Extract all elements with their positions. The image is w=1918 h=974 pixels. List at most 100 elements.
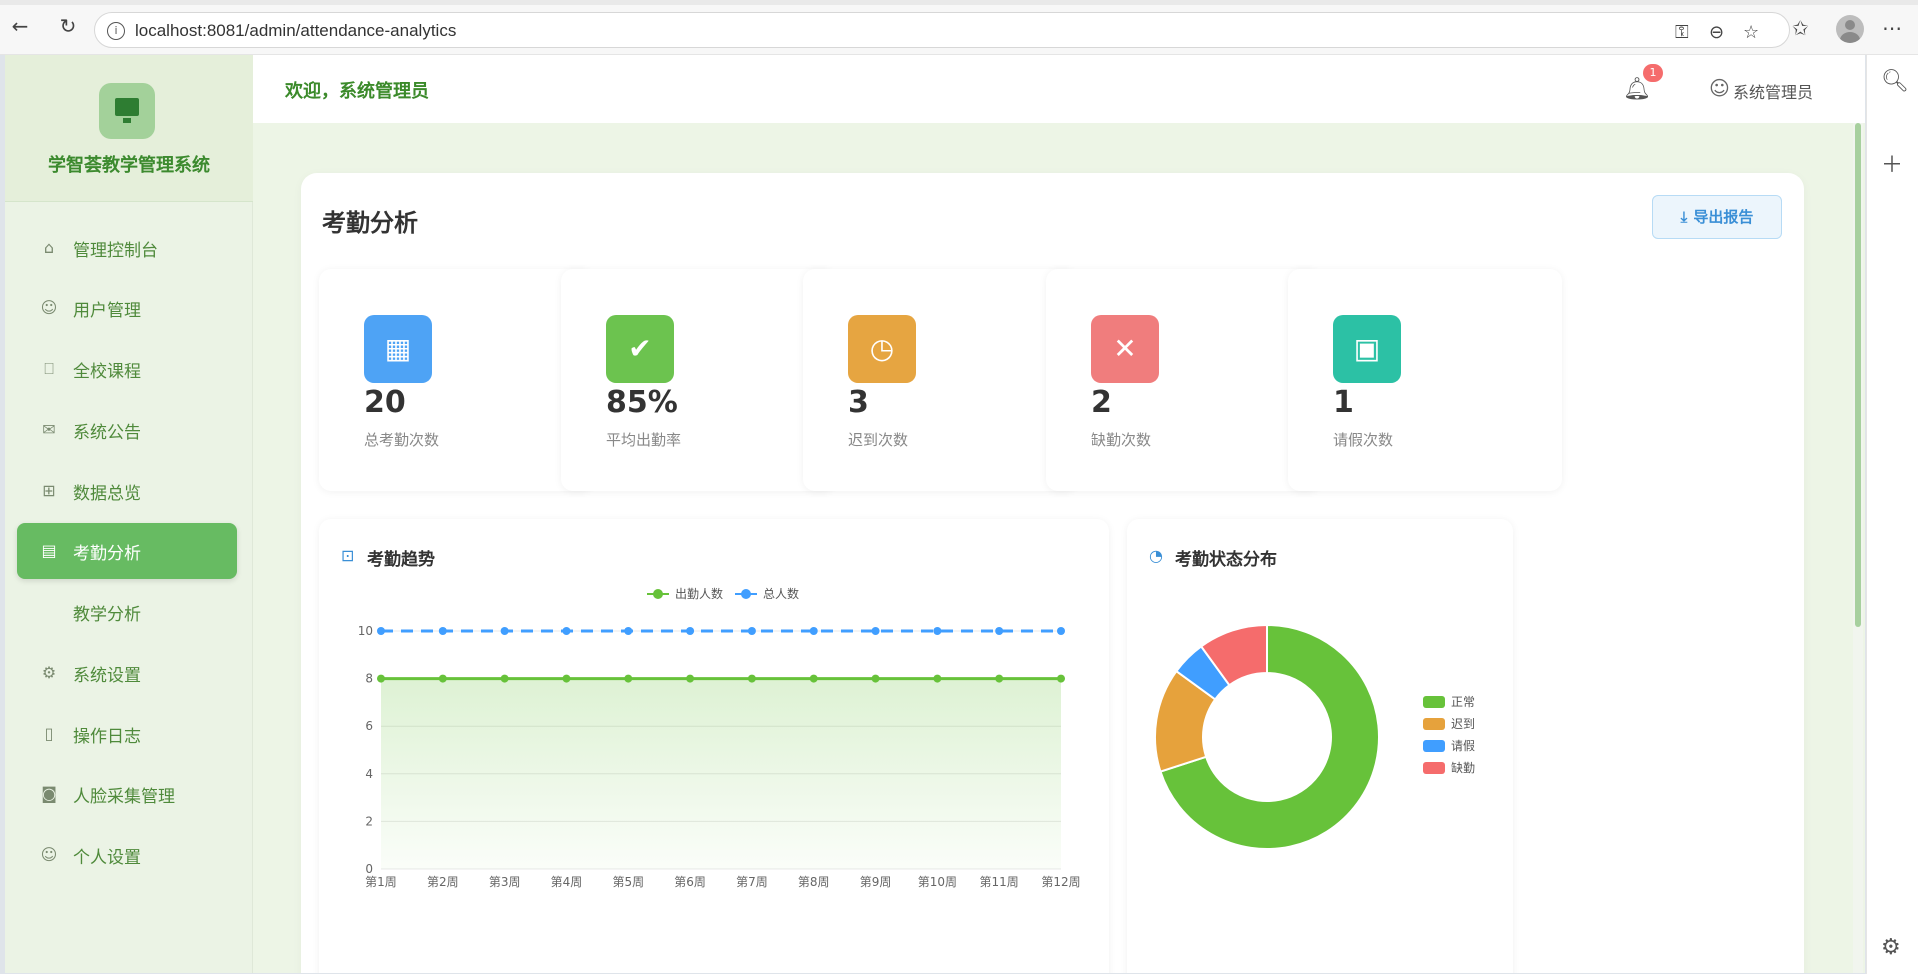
- top-header: 欢迎，系统管理员 🔔︎ 1 ☺ 系统管理员: [253, 55, 1865, 123]
- x-tick-label: 第12周: [1041, 875, 1080, 889]
- sidebar-item-announcements[interactable]: ✉ 系统公告: [17, 402, 237, 458]
- data-point: [809, 674, 818, 683]
- sidebar-item-system-settings[interactable]: ⚙ 系统设置: [17, 645, 237, 701]
- data-point: [624, 627, 633, 635]
- settings-gear-icon[interactable]: ⚙: [1881, 935, 1901, 960]
- data-point: [933, 674, 942, 683]
- back-arrow-icon[interactable]: ←: [8, 14, 32, 38]
- clock-icon: ◷: [848, 315, 916, 383]
- series-area: [381, 678, 1061, 869]
- search-icon[interactable]: 🔍︎: [1881, 69, 1909, 94]
- data-point: [686, 627, 695, 635]
- data-point: [438, 627, 447, 635]
- stat-label: 请假次数: [1333, 431, 1394, 449]
- legend-label: 正常: [1451, 695, 1475, 709]
- x-tick-label: 第4周: [551, 875, 583, 889]
- url-text: localhost:8081/admin/attendance-analytic…: [135, 21, 457, 40]
- file-check-icon: ▣: [1333, 315, 1401, 383]
- data-point: [500, 674, 509, 683]
- sidebar-item-courses[interactable]: ⎕ 全校课程: [17, 341, 237, 397]
- stat-value: 85%: [606, 385, 678, 420]
- data-point: [995, 674, 1004, 683]
- sidebar-item-operation-log[interactable]: ▯ 操作日志: [17, 706, 237, 762]
- stat-value: 3: [848, 385, 869, 420]
- data-point: [377, 627, 385, 635]
- y-tick-label: 2: [365, 814, 373, 828]
- sidebar-item-label: 人脸采集管理: [73, 787, 175, 807]
- legend-swatch: [1423, 718, 1445, 730]
- legend-label: 请假: [1451, 739, 1475, 753]
- gear-icon: ⚙: [41, 663, 57, 682]
- browser-toolbar: ← ↻ i localhost:8081/admin/attendance-an…: [0, 0, 1918, 55]
- status-donut-chart: 正常迟到请假缺勤: [1154, 623, 1475, 850]
- sidebar-item-face-capture[interactable]: ◙ 人脸采集管理: [17, 766, 237, 822]
- calendar-icon: ▦: [364, 315, 432, 383]
- data-point: [686, 674, 695, 683]
- stat-label: 迟到次数: [848, 431, 909, 449]
- legend-swatch: [1423, 762, 1445, 774]
- export-report-button[interactable]: ⤓ 导出报告: [1652, 195, 1782, 239]
- main-content: 考勤分析 ⤓ 导出报告 ▦ 20 总考勤次数 ✔ 85% 平均出勤率 ◷ 3 迟到…: [253, 123, 1865, 973]
- x-tick-label: 第10周: [918, 875, 957, 889]
- sidebar-item-personal-settings[interactable]: ☺ 个人设置: [17, 827, 237, 883]
- stat-card-rate: ✔ 85% 平均出勤率: [561, 269, 835, 491]
- download-icon: ⤓: [1680, 208, 1688, 226]
- sidebar-item-label: 全校课程: [73, 362, 141, 382]
- stat-label: 缺勤次数: [1091, 431, 1152, 449]
- browser-side-rail: 🔍︎ ＋ ⚙: [1866, 55, 1918, 974]
- user-icon: ☺: [40, 298, 58, 317]
- sidebar-item-data-overview[interactable]: ⊞ 数据总览: [17, 463, 237, 519]
- data-point: [747, 674, 756, 683]
- sidebar-item-attendance-analytics[interactable]: ▤ 考勤分析: [17, 523, 237, 579]
- app-window: 学智荟教学管理系统 ⌂ 管理控制台 ☺ 用户管理 ⎕ 全校课程 ✉ 系统公告 ⊞…: [5, 55, 1865, 973]
- x-tick-label: 第9周: [860, 875, 892, 889]
- address-bar[interactable]: i localhost:8081/admin/attendance-analyt…: [94, 12, 1790, 48]
- favorite-star-icon[interactable]: ☆: [1743, 22, 1759, 43]
- user-icon[interactable]: ☺: [1709, 76, 1730, 100]
- tab-strip: [0, 0, 1918, 5]
- user-menu[interactable]: 系统管理员: [1733, 79, 1813, 103]
- favorites-icon[interactable]: ✩: [1792, 16, 1809, 40]
- sidebar-item-label: 操作日志: [73, 727, 141, 747]
- sidebar-item-dashboard[interactable]: ⌂ 管理控制台: [17, 220, 237, 276]
- x-tick-label: 第3周: [489, 875, 521, 889]
- stat-label: 总考勤次数: [364, 431, 440, 449]
- sidebar-item-users[interactable]: ☺ 用户管理: [17, 280, 237, 336]
- scrollbar-thumb[interactable]: [1855, 123, 1861, 627]
- key-icon[interactable]: ⚿: [1675, 22, 1689, 43]
- page-title: 考勤分析: [322, 209, 418, 237]
- brand-name: 学智荟教学管理系统: [48, 155, 210, 176]
- stat-value: 1: [1333, 385, 1354, 420]
- y-tick-label: 6: [365, 719, 373, 733]
- sidebar-item-label: 数据总览: [73, 484, 141, 504]
- sidebar-item-teaching-analytics[interactable]: 教学分析: [17, 584, 237, 640]
- y-tick-label: 10: [358, 624, 373, 638]
- data-point: [377, 674, 385, 683]
- data-point: [562, 627, 571, 635]
- x-tick-label: 第5周: [612, 875, 644, 889]
- data-point: [747, 627, 756, 635]
- presentation-icon: ⊞: [42, 481, 56, 500]
- check-circle-icon: ✔: [606, 315, 674, 383]
- x-tick-label: 第8周: [798, 875, 830, 889]
- data-point: [933, 627, 942, 635]
- site-info-icon[interactable]: i: [107, 22, 125, 40]
- add-icon[interactable]: ＋: [1881, 147, 1903, 179]
- legend-swatch: [1423, 740, 1445, 752]
- sidebar-item-label: 系统公告: [73, 423, 141, 443]
- zoom-out-icon[interactable]: ⊖: [1709, 22, 1724, 43]
- notification-badge: 1: [1643, 64, 1663, 82]
- x-tick-label: 第11周: [980, 875, 1019, 889]
- legend-swatch: [1423, 696, 1445, 708]
- mail-icon: ✉: [42, 420, 56, 439]
- data-point: [809, 627, 818, 635]
- y-tick-label: 4: [365, 767, 373, 781]
- profile-avatar[interactable]: [1836, 15, 1864, 43]
- reload-icon[interactable]: ↻: [56, 14, 80, 38]
- legend-label: 迟到: [1451, 717, 1475, 731]
- more-menu-icon[interactable]: ⋯: [1882, 16, 1902, 40]
- sidebar-item-label: 用户管理: [73, 301, 141, 321]
- data-point: [562, 674, 571, 683]
- stat-card-leave: ▣ 1 请假次数: [1288, 269, 1562, 491]
- notebook-icon: ▤: [41, 541, 57, 560]
